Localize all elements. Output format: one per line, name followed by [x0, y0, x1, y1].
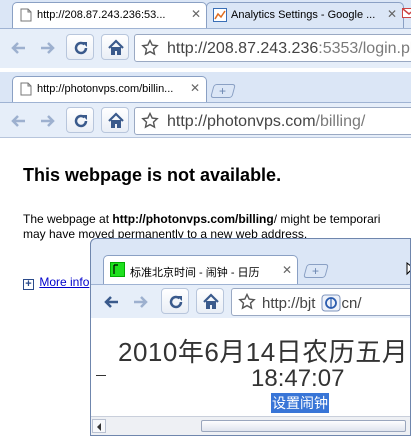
set-alarm-link[interactable]: 设置闹钟: [271, 393, 329, 413]
front-toolbar: http://bjt cn/: [91, 284, 410, 318]
url-path: cn/: [341, 295, 362, 312]
star-icon[interactable]: [238, 292, 256, 315]
mid-tab-title: http://photonvps.com/billin...: [37, 83, 174, 95]
date-text: 2010年6月14日农历五月: [118, 337, 409, 367]
home-button[interactable]: [196, 288, 224, 314]
back-tabstrip: http://208.87.243.236:53... ✕ Analytics …: [0, 0, 411, 28]
close-icon[interactable]: ✕: [280, 263, 294, 277]
analytics-icon: [213, 8, 227, 22]
close-icon[interactable]: ✕: [189, 7, 203, 21]
dash-marker: [96, 375, 106, 376]
error-heading: This webpage is not available.: [23, 165, 282, 185]
front-omnibox[interactable]: http://bjt cn/: [231, 288, 410, 316]
clock-page: 2010年6月14日农历五月 18:47:07 设置闹钟: [91, 318, 410, 435]
url-host: http://208.87.243.236: [167, 40, 319, 57]
back-toolbar: http://208.87.243.236:5353/login.php: [0, 28, 411, 68]
page-icon: [19, 82, 33, 96]
new-tab-button[interactable]: +: [303, 264, 329, 278]
forward-button[interactable]: [125, 288, 153, 314]
mouse-cursor-icon: [406, 261, 410, 281]
url-path: /billing/: [315, 113, 366, 130]
time-text: 18:47:07: [251, 365, 345, 392]
url-host: http://bjt: [262, 295, 316, 312]
error-text-suffix: / might be temporari: [273, 212, 381, 226]
page-icon: [19, 8, 33, 22]
close-icon[interactable]: ✕: [188, 81, 202, 95]
back-browser-window: http://208.87.243.236:53... ✕ Analytics …: [0, 0, 411, 68]
home-button[interactable]: [101, 107, 129, 133]
mid-toolbar: http://photonvps.com/billing/: [0, 102, 411, 138]
reload-button[interactable]: [161, 288, 189, 314]
star-icon[interactable]: [141, 38, 159, 61]
close-icon[interactable]: ✕: [385, 7, 399, 21]
more-info-link[interactable]: More info: [39, 275, 89, 289]
error-url: http://photonvps.com/billing: [112, 212, 274, 226]
back-tab-analytics[interactable]: Analytics Settings - Google ... ✕: [206, 2, 404, 28]
more-info-row[interactable]: + More info: [23, 275, 89, 290]
gmail-icon: [402, 8, 411, 18]
back-tab-title: http://208.87.243.236:53...: [37, 9, 166, 21]
back-omnibox[interactable]: http://208.87.243.236:5353/login.php: [134, 34, 411, 62]
reload-button[interactable]: [66, 34, 94, 60]
mid-tab-billing[interactable]: http://photonvps.com/billin... ✕: [12, 76, 207, 102]
home-button[interactable]: [101, 34, 129, 60]
back-button[interactable]: [4, 34, 32, 60]
front-tab-clock[interactable]: 标准北京时间 - 闹钟 - 日历 ✕: [103, 255, 298, 284]
horizontal-scrollbar[interactable]: [91, 416, 410, 435]
url-path: :5353/login.php: [318, 40, 411, 57]
back-tab-title: Analytics Settings - Google ...: [231, 9, 376, 21]
mid-tabstrip: http://photonvps.com/billin... ✕ +: [0, 72, 411, 102]
url-host: http://photonvps.com: [167, 113, 316, 130]
forward-button[interactable]: [32, 107, 60, 133]
scroll-left-arrow-icon[interactable]: [92, 419, 106, 433]
forward-button[interactable]: [32, 34, 60, 60]
expand-plus-icon[interactable]: +: [23, 279, 34, 290]
front-tabstrip: 标准北京时间 - 闹钟 - 日历 ✕ +: [91, 239, 410, 284]
star-icon[interactable]: [141, 111, 159, 134]
back-button[interactable]: [97, 288, 125, 314]
front-tab-title: 标准北京时间 - 闹钟 - 日历: [130, 267, 260, 279]
reload-button[interactable]: [66, 107, 94, 133]
clock-site-icon: [110, 262, 125, 277]
mid-omnibox[interactable]: http://photonvps.com/billing/: [134, 107, 411, 135]
back-button[interactable]: [4, 107, 32, 133]
error-text-prefix: The webpage at: [23, 212, 113, 226]
new-tab-button[interactable]: +: [210, 84, 236, 98]
scroll-thumb[interactable]: [201, 420, 406, 432]
translate-icon[interactable]: [321, 294, 341, 312]
front-browser-window: 标准北京时间 - 闹钟 - 日历 ✕ + http://bjt cn/ 2010…: [90, 238, 411, 436]
back-tab-login[interactable]: http://208.87.243.236:53... ✕: [12, 2, 207, 28]
